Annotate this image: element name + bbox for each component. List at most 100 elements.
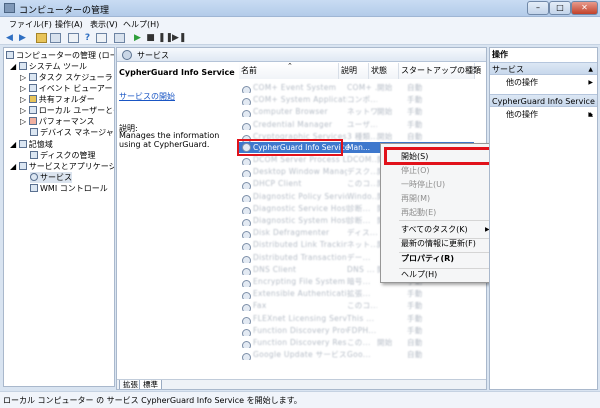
cell-desc: ネット... — [347, 240, 377, 250]
cell-desc: 3 種類... — [347, 131, 377, 141]
close-button[interactable]: ✕ — [571, 1, 598, 15]
cell-desc: 診断... — [347, 203, 371, 213]
cell-startup: 自動 — [407, 350, 423, 360]
column-header-status[interactable]: 状態 — [369, 63, 399, 79]
computer-management-icon — [4, 3, 15, 13]
cell-status: 開始 — [377, 131, 393, 141]
cell-name: Credential Manager — [253, 119, 333, 129]
tree-item-event-viewer[interactable]: ▷ イベント ビューアー — [20, 83, 112, 94]
table-row[interactable]: COM+ Event System COM+ ...開始 自動 — [239, 82, 474, 93]
gear-icon — [242, 110, 251, 118]
console-icon[interactable] — [114, 33, 125, 43]
column-header-name[interactable]: 名前 ⌃ — [239, 62, 339, 79]
gear-icon — [242, 122, 251, 130]
computer-icon — [6, 51, 14, 59]
actions-section-services[interactable]: サービス ▲ — [490, 62, 597, 75]
actions-section-cypherguard[interactable]: CypherGuard Info Service ▲ — [490, 94, 597, 118]
table-row[interactable]: Computer Browser ネットワ...開始 手動 — [239, 106, 474, 118]
cell-name: Disk Defragmenter — [253, 228, 330, 238]
cell-desc: This ... — [347, 313, 375, 323]
stop-icon[interactable]: ■ — [145, 33, 156, 43]
highlight-selected-service — [237, 139, 343, 156]
pause-icon[interactable]: ❚❚ — [158, 33, 173, 43]
table-row[interactable]: COM+ System Applicationコンポ... 手動 — [239, 94, 474, 106]
cell-desc: デスク... — [347, 167, 377, 177]
cell-desc: FDPH... — [347, 325, 377, 335]
tree-item-task-scheduler[interactable]: ▷ タスク スケジューラ — [20, 72, 113, 83]
gear-icon — [242, 194, 251, 202]
tree-item-system-tools[interactable]: ◢ システム ツール — [10, 61, 87, 72]
start-service-link[interactable]: サービスの開始 — [119, 91, 175, 102]
tree-item-storage[interactable]: ◢ 記憶域 — [10, 139, 53, 150]
cell-status: 開始 — [377, 338, 393, 347]
window-title: コンピューターの管理 — [19, 6, 110, 16]
gear-icon — [242, 243, 251, 251]
tree-item-shared-folders[interactable]: ▷ 共有フォルダー — [20, 94, 95, 105]
tree-item-device-manager[interactable]: デバイス マネージャー — [30, 127, 114, 138]
services-header-title: サービス — [137, 51, 169, 60]
menu-item-restart[interactable]: 再起動(E) — [381, 204, 496, 221]
event-viewer-icon — [28, 84, 37, 92]
table-row[interactable]: Fax このコ... 手動 — [239, 300, 474, 312]
export-icon[interactable] — [68, 33, 79, 43]
console-tree-icon[interactable] — [50, 33, 61, 43]
menu-file[interactable]: ファイル(F) — [9, 19, 52, 30]
menu-item-help[interactable]: ヘルプ(H) — [381, 266, 496, 283]
cell-name: Function Discovery Provider Host — [253, 325, 347, 335]
cell-desc: デー... — [347, 252, 371, 262]
restart-icon[interactable]: ▶❚ — [172, 33, 186, 43]
cell-name: Distributed Transaction Coordinator — [253, 252, 347, 262]
tree-item-wmi-control[interactable]: WMI コントロール — [30, 183, 108, 194]
cell-name: Encrypting File System (EFS) — [253, 277, 347, 286]
console-tree: コンピューターの管理 (ローカ ◢ システム ツール ▷ タスク スケジューラ … — [3, 47, 115, 387]
cell-name: DNS Client — [253, 264, 297, 274]
up-folder-icon[interactable] — [36, 33, 47, 43]
table-row[interactable]: Function Discovery Provider HostFDPH... 手… — [239, 325, 474, 336]
cell-desc: このコ... — [347, 179, 377, 189]
tree-item-services-and-apps[interactable]: ◢ サービスとアプリケーション — [10, 161, 114, 172]
tree-item-services[interactable]: サービス — [30, 172, 72, 183]
tab-standard[interactable]: 標準 — [139, 380, 162, 389]
help-icon[interactable]: ? — [82, 33, 93, 43]
device-manager-icon — [30, 128, 38, 136]
tree-item-performance[interactable]: ▷ パフォーマンス — [20, 116, 95, 127]
back-icon[interactable]: ◀ — [4, 33, 15, 43]
cell-startup: 手動 — [407, 107, 423, 117]
cell-name: Diagnostic System Host — [253, 216, 347, 225]
cell-desc: 診断... — [347, 216, 371, 225]
table-row[interactable]: Extensible Authentication Protocol拡張... 手… — [239, 288, 474, 300]
gear-icon — [242, 316, 251, 324]
menu-help[interactable]: ヘルプ(H) — [123, 19, 159, 30]
properties-icon[interactable] — [96, 33, 107, 43]
minimize-button[interactable]: – — [527, 1, 549, 15]
cell-desc: DCOM... — [347, 155, 377, 164]
tree-item-local-users[interactable]: ▷ ローカル ユーザーとグ — [20, 105, 114, 116]
cell-name: Computer Browser — [253, 107, 328, 117]
table-row[interactable]: Function Discovery Resource Publicationこ… — [239, 337, 474, 348]
tree-item-disk-management[interactable]: ディスクの管理 — [30, 150, 95, 161]
cell-name: Distributed Link Tracking Client — [253, 240, 347, 250]
cell-name: DHCP Client — [253, 179, 302, 189]
table-row[interactable]: Credential Manager ユーザ... 手動 — [239, 119, 474, 130]
table-row[interactable]: FLEXnet Licensing ServiceThis ... 手動 — [239, 313, 474, 324]
menu-action[interactable]: 操作(A) — [55, 19, 83, 30]
play-icon[interactable]: ▶ — [132, 33, 143, 43]
action-more-actions-services[interactable]: 他の操作 ▶ — [490, 76, 597, 89]
cell-startup: 自動 — [407, 131, 423, 141]
gear-icon — [122, 50, 132, 60]
column-header-startup-type[interactable]: スタートアップの種類 — [399, 63, 481, 79]
storage-icon — [18, 140, 27, 148]
table-row[interactable]: Google Update サービス (gupdate)Goo... 自動 — [239, 349, 474, 361]
gear-icon — [242, 328, 251, 336]
column-header-description[interactable]: 説明 — [339, 63, 369, 79]
gear-icon — [242, 292, 251, 300]
action-more-actions-cypherguard[interactable]: 他の操作 ▶ — [490, 108, 597, 121]
gear-icon — [242, 219, 251, 226]
performance-icon — [28, 117, 37, 125]
tree-item-computer-management[interactable]: コンピューターの管理 (ローカ — [6, 50, 114, 61]
menu-item-properties[interactable]: プロパティ(R) — [381, 250, 496, 267]
forward-icon[interactable]: ▶ — [17, 33, 28, 43]
maximize-button[interactable]: □ — [549, 1, 571, 15]
menu-view[interactable]: 表示(V) — [90, 19, 118, 30]
actions-pane: 操作 サービス ▲ 他の操作 ▶ CypherGuard Info Service ▲… — [489, 47, 598, 390]
